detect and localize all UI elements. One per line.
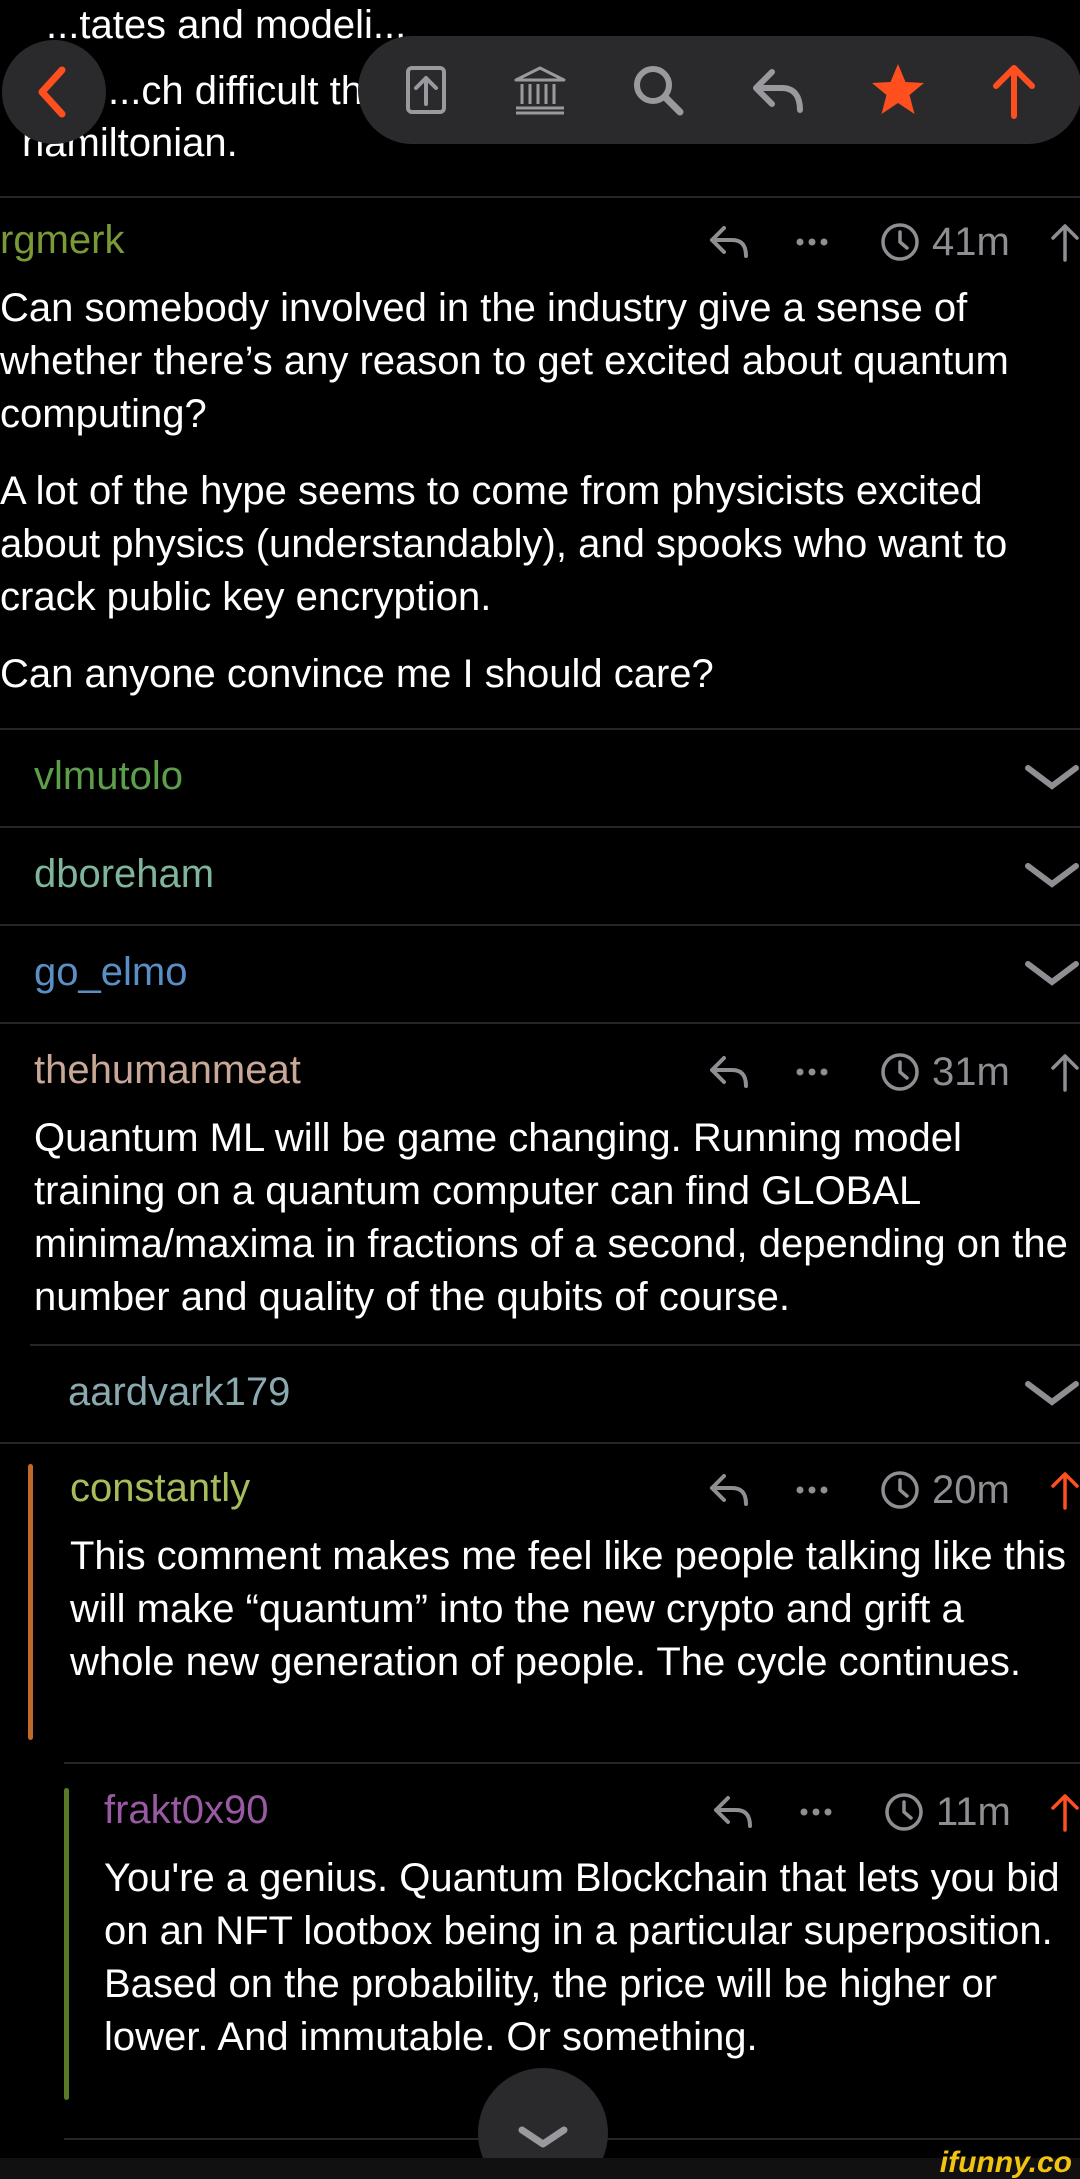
comment-meta: 11m — [704, 1790, 1080, 1834]
collapsed-comment[interactable]: aardvark179 — [34, 1344, 1080, 1440]
comment-paragraph: Can anyone convince me I should care? — [0, 652, 714, 696]
more-options-icon[interactable] — [792, 1468, 832, 1512]
divider — [0, 1022, 1080, 1024]
clock-icon — [885, 1793, 923, 1831]
comment-author[interactable]: thehumanmeat — [34, 1042, 301, 1098]
divider — [0, 196, 1080, 198]
comment-author[interactable]: constantly — [70, 1460, 250, 1516]
star-icon[interactable] — [866, 58, 930, 122]
thread-line — [64, 1788, 69, 2100]
back-icon — [38, 66, 66, 118]
comment-body: This comment makes me feel like people t… — [70, 1530, 1070, 1713]
comment-body: You're a genius. Quantum Blockchain that… — [104, 1852, 1064, 2088]
reply-icon[interactable] — [706, 220, 752, 264]
reply-icon[interactable] — [746, 58, 810, 122]
upvote-icon[interactable] — [1050, 1790, 1080, 1834]
top-toolbar — [358, 36, 1080, 144]
comment-paragraph: Can somebody involved in the industry gi… — [0, 286, 1009, 436]
app-screen: ...tates and modeli... ...ch difficult t… — [0, 0, 1080, 2179]
thread-line — [28, 1464, 33, 1740]
clock-icon — [881, 223, 919, 261]
institution-icon[interactable] — [508, 58, 572, 122]
chevron-down-icon — [1025, 863, 1079, 888]
search-icon[interactable] — [626, 58, 690, 122]
comment-paragraph: Quantum ML will be game changing. Runnin… — [34, 1116, 1068, 1319]
more-options-icon[interactable] — [792, 1050, 832, 1094]
comment-author: go_elmo — [34, 950, 188, 994]
comment-time: 11m — [936, 1790, 1011, 1834]
comment-author[interactable]: rgmerk — [0, 212, 124, 268]
reply-icon[interactable] — [710, 1790, 756, 1834]
comment-body: Can somebody involved in the industry gi… — [0, 282, 1070, 725]
watermark: ifunny.co — [939, 2146, 1072, 2179]
comment-author: aardvark179 — [68, 1370, 291, 1414]
chevron-down-icon — [1025, 765, 1079, 790]
reply-icon[interactable] — [706, 1468, 752, 1512]
comment-time: 31m — [932, 1050, 1010, 1094]
watermark-bar — [0, 2158, 1080, 2179]
upvote-icon[interactable] — [1050, 220, 1080, 264]
more-options-icon[interactable] — [792, 220, 832, 264]
back-button[interactable] — [2, 40, 106, 144]
comment-author[interactable]: frakt0x90 — [104, 1782, 269, 1838]
comment-meta: 31m — [700, 1050, 1080, 1094]
reply-icon[interactable] — [706, 1050, 752, 1094]
clock-icon — [881, 1053, 919, 1091]
comment-paragraph: A lot of the hype seems to come from phy… — [0, 469, 1008, 619]
more-options-icon[interactable] — [796, 1790, 836, 1834]
collapsed-comment[interactable]: dboreham — [0, 826, 1080, 922]
comment-body: Quantum ML will be game changing. Runnin… — [34, 1112, 1080, 1348]
divider — [64, 1762, 1080, 1764]
comment-time: 20m — [932, 1468, 1010, 1512]
divider — [0, 1442, 1080, 1444]
fragment-line: ...ch difficult th — [108, 69, 363, 113]
clock-icon — [881, 1471, 919, 1509]
comment-meta: 20m — [700, 1468, 1080, 1512]
upvote-icon[interactable] — [1050, 1468, 1080, 1512]
upvote-icon[interactable] — [1050, 1050, 1080, 1094]
chevron-down-icon — [1025, 1381, 1079, 1406]
comment-author: vlmutolo — [34, 754, 183, 798]
comment-meta: 41m — [700, 220, 1080, 264]
collapsed-comment[interactable]: go_elmo — [0, 924, 1080, 1020]
upvote-icon[interactable] — [982, 58, 1046, 122]
share-icon[interactable] — [394, 58, 458, 122]
collapsed-comment[interactable]: vlmutolo — [0, 728, 1080, 824]
comment-author: dboreham — [34, 852, 215, 896]
chevron-down-icon — [1025, 961, 1079, 986]
comment-paragraph: This comment makes me feel like people t… — [70, 1534, 1066, 1684]
comment-paragraph: You're a genius. Quantum Blockchain that… — [104, 1856, 1060, 2059]
comment-time: 41m — [932, 220, 1010, 264]
